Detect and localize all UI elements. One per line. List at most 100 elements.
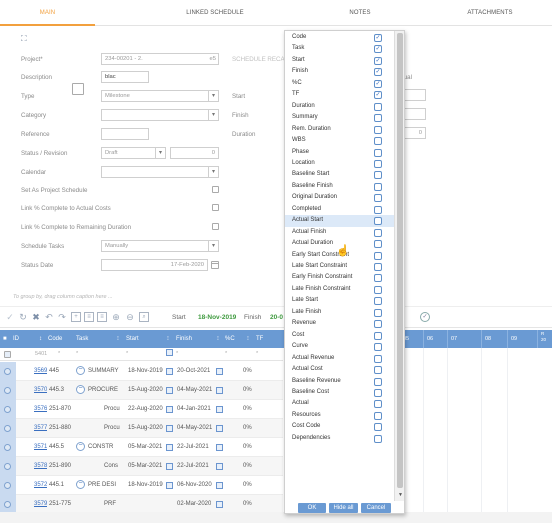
finish-calendar-icon[interactable] [216,463,223,470]
indent-icon[interactable]: ≡ [84,312,94,322]
column-option-checkbox[interactable] [374,320,382,329]
column-option[interactable]: Actual [285,398,394,409]
finish-calendar-icon[interactable] [216,425,223,432]
column-option[interactable]: Cost Code [285,421,394,432]
finish-calendar-icon[interactable] [216,444,223,451]
column-option[interactable]: Late Start [285,295,394,306]
column-option-checkbox[interactable]: ✓ [374,91,382,100]
column-option[interactable]: Completed [285,204,394,215]
refresh-icon[interactable]: ↻ [18,312,28,322]
column-option[interactable]: Summary [285,112,394,123]
row-selector[interactable] [0,457,16,476]
header-start[interactable]: Start [126,330,139,348]
finish-calendar-icon[interactable] [216,368,223,375]
tab-main[interactable]: MAIN [0,0,95,26]
select-all-icon[interactable]: ■ [3,330,7,348]
column-option[interactable]: Rem. Duration [285,124,394,135]
column-option-checkbox[interactable] [374,159,382,168]
table-row[interactable]: 3571 445.5 − CONSTR 05-Mar-2021 22-Jul-2021 0% [0,438,283,457]
filter-task-op[interactable]: * [76,350,78,359]
column-option[interactable]: Late Finish Constraint [285,284,394,295]
finish-calendar-icon[interactable] [216,406,223,413]
tab-notes[interactable]: NOTES [310,0,410,26]
column-option[interactable]: Baseline Cost [285,387,394,398]
start-calendar-icon[interactable] [166,444,173,451]
column-option-checkbox[interactable] [374,182,382,191]
type-select[interactable]: Milestone [101,90,219,102]
undo-icon[interactable]: ↶ [44,312,54,322]
row-id[interactable]: 3578 [34,457,47,476]
outdent-icon[interactable]: ≡ [97,312,107,322]
collapse-icon[interactable]: − [76,442,85,451]
calendar-select[interactable] [101,166,219,178]
row-radio[interactable] [4,368,11,375]
column-option[interactable]: Baseline Finish [285,181,394,192]
column-option[interactable]: Late Finish [285,307,394,318]
type-toggle[interactable] [72,83,84,95]
column-option-checkbox[interactable] [374,205,382,214]
column-option-checkbox[interactable] [374,343,382,352]
column-option[interactable]: Actual Finish [285,227,394,238]
collapse-icon[interactable]: − [76,385,85,394]
description-field[interactable]: blac [101,71,149,83]
calendar-icon[interactable] [211,261,219,269]
column-option-checkbox[interactable] [374,102,382,111]
column-option-checkbox[interactable] [374,114,382,123]
zoom-in-icon[interactable]: ⊕ [111,312,121,322]
filter-finish-op[interactable]: * [176,350,178,359]
horizontal-scrollbar[interactable] [0,512,552,523]
filter-pc-op[interactable]: * [225,350,227,359]
column-option-checkbox[interactable]: ✓ [374,79,382,88]
filter-start-calendar-icon[interactable] [166,349,173,356]
delete-icon[interactable]: ✖ [31,312,41,322]
column-option-checkbox[interactable] [374,297,382,306]
add-row-icon[interactable]: + [71,312,81,322]
column-option-checkbox[interactable] [374,240,382,249]
column-option-checkbox[interactable] [374,434,382,443]
column-option-checkbox[interactable] [374,411,382,420]
column-option[interactable]: Actual Cost [285,364,394,375]
start-calendar-icon[interactable] [166,463,173,470]
table-row[interactable]: 3576 251-870 Procu 22-Aug-2020 04-Jan-2021 0% [0,400,283,419]
column-option[interactable]: Early Finish Constraint [285,272,394,283]
column-option-checkbox[interactable] [374,354,382,363]
column-option-checkbox[interactable] [374,148,382,157]
column-option-checkbox[interactable] [374,171,382,180]
header-code[interactable]: Code [48,330,62,348]
column-chooser-scrollbar[interactable]: ▼ [394,31,404,501]
column-option[interactable]: %C ✓ [285,78,394,89]
reference-field[interactable] [101,128,149,140]
table-row[interactable]: 3578 251-890 Cons 05-Mar-2021 22-Jul-2021 0% [0,457,283,476]
column-option[interactable]: Phase [285,147,394,158]
zoom-fit-icon[interactable]: ⌕ [139,312,149,322]
row-id[interactable]: 3569 [34,362,47,381]
column-option-checkbox[interactable] [374,308,382,317]
status-select[interactable]: Draft [101,147,166,159]
header-pc-menu-icon[interactable]: ⁝ [247,330,249,348]
row-id[interactable]: 3577 [34,419,47,438]
start-calendar-icon[interactable] [166,482,173,489]
column-option[interactable]: TF ✓ [285,89,394,100]
cancel-button[interactable]: Cancel [361,503,391,513]
column-option-checkbox[interactable] [374,285,382,294]
finish-calendar-icon[interactable] [216,482,223,489]
column-option-checkbox[interactable] [374,274,382,283]
column-option-checkbox[interactable] [374,366,382,375]
column-option-checkbox[interactable] [374,228,382,237]
table-row[interactable]: 3570 445.3 − PROCURE 15-Aug-2020 04-May-2021 0… [0,381,283,400]
category-select[interactable] [101,109,219,121]
table-row[interactable]: 3577 251-880 Procu 15-Aug-2020 04-May-2021 0% [0,419,283,438]
revision-field[interactable]: 0 [170,147,219,159]
column-option[interactable]: Resources [285,410,394,421]
redo-icon[interactable]: ↷ [57,312,67,322]
column-option[interactable]: Revenue [285,318,394,329]
row-radio[interactable] [4,425,11,432]
column-option-checkbox[interactable] [374,263,382,271]
finish-calendar-icon[interactable] [216,387,223,394]
header-task[interactable]: Task [76,330,88,348]
project-field[interactable]: 234-00201 - 2. e5 [101,53,219,65]
start-calendar-icon[interactable] [166,368,173,375]
column-option-checkbox[interactable]: ✓ [374,56,382,65]
column-option[interactable]: Task ✓ [285,43,394,54]
filter-code[interactable]: 5401 [35,350,47,359]
